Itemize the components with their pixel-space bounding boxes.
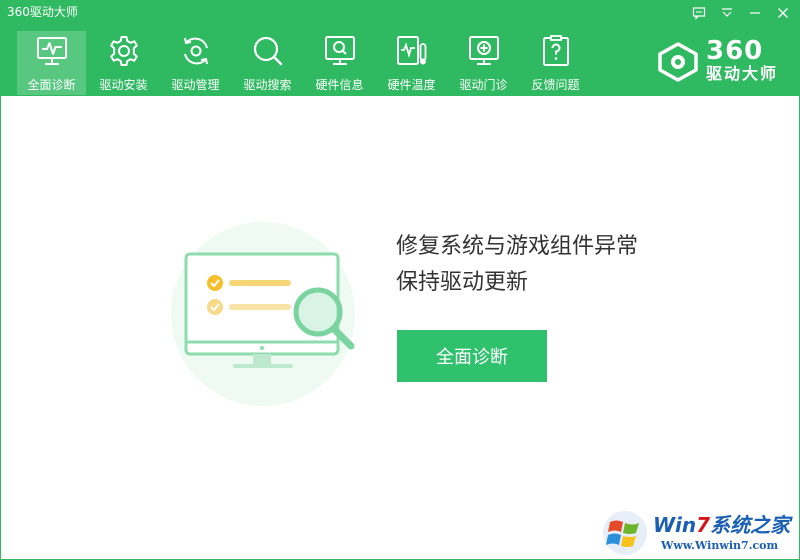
- nav-label: 驱动门诊: [459, 78, 508, 92]
- nav-label: 全面诊断: [27, 78, 76, 92]
- brand-number: 360: [706, 36, 764, 66]
- monitor-search-icon: [324, 36, 355, 65]
- watermark-seven: 7: [696, 513, 711, 537]
- nav-label: 反馈问题: [531, 78, 580, 92]
- nav-label: 驱动搜索: [243, 78, 292, 92]
- menu-button[interactable]: [717, 3, 737, 23]
- nav-driver-clinic[interactable]: 驱动门诊: [449, 31, 518, 95]
- nav-hardware-temp[interactable]: 硬件温度: [377, 31, 446, 95]
- nav-driver-search[interactable]: 驱动搜索: [233, 31, 302, 95]
- search-icon: [253, 36, 282, 66]
- nav-driver-install[interactable]: 驱动安装: [89, 31, 158, 95]
- nav-hardware-info[interactable]: 硬件信息: [305, 31, 374, 95]
- nav-driver-manage[interactable]: 驱动管理: [161, 31, 230, 95]
- brand-logo: 360 驱动大师: [656, 36, 786, 86]
- minimize-icon: [750, 12, 760, 14]
- monitor-pulse-icon: [36, 37, 67, 65]
- thermometer-icon: [396, 36, 426, 65]
- chat-icon: [692, 7, 706, 20]
- watermark: Win7系统之家 Www.Winwin7.com: [601, 509, 797, 557]
- windows-logo-icon: [603, 511, 647, 555]
- headline-line-1: 修复系统与游戏组件异常: [396, 234, 639, 259]
- window-title: 360驱动大师: [7, 5, 78, 19]
- brand-name: 驱动大师: [706, 64, 779, 83]
- nav-label: 硬件信息: [315, 78, 364, 92]
- watermark-url: Www.Winwin7.com: [661, 539, 779, 552]
- diagnosis-illustration: [171, 219, 371, 409]
- full-diagnosis-button[interactable]: 全面诊断: [397, 330, 547, 382]
- refresh-gear-icon: [183, 37, 208, 65]
- main-content: 修复系统与游戏组件异常 保持驱动更新 全面诊断 Win7系统之家 Www.Win…: [1, 96, 799, 559]
- app-window: 360驱动大师 全面诊断 驱动安装 驱动管理 驱动搜索 硬件信息 硬件温度 驱动…: [0, 0, 800, 560]
- watermark-win: Win: [653, 513, 697, 537]
- nav-label: 硬件温度: [387, 78, 436, 92]
- menu-down-icon: [722, 8, 732, 17]
- close-button[interactable]: [773, 3, 793, 23]
- watermark-suffix: 系统之家: [710, 513, 791, 537]
- nav-label: 驱动管理: [171, 78, 220, 92]
- main-nav: 全面诊断 驱动安装 驱动管理 驱动搜索 硬件信息 硬件温度 驱动门诊 反馈问题: [17, 31, 593, 95]
- feedback-button[interactable]: [689, 3, 709, 23]
- nav-full-diagnosis[interactable]: 全面诊断: [17, 31, 86, 95]
- medical-cross-icon: [468, 36, 499, 65]
- title-bar: 360驱动大师 全面诊断 驱动安装 驱动管理 驱动搜索 硬件信息 硬件温度 驱动…: [1, 1, 799, 96]
- gear-icon: [109, 36, 138, 66]
- watermark-title: Win7系统之家: [653, 513, 790, 537]
- nav-feedback[interactable]: 反馈问题: [521, 31, 590, 95]
- 360-logo-icon: [658, 42, 698, 82]
- question-clipboard-icon: [542, 35, 569, 66]
- close-icon: [778, 8, 788, 18]
- headline-line-2: 保持驱动更新: [396, 270, 529, 295]
- minimize-button[interactable]: [745, 3, 765, 23]
- nav-label: 驱动安装: [99, 78, 148, 92]
- monitor-magnifier-icon: [171, 222, 355, 406]
- window-controls: [689, 3, 793, 23]
